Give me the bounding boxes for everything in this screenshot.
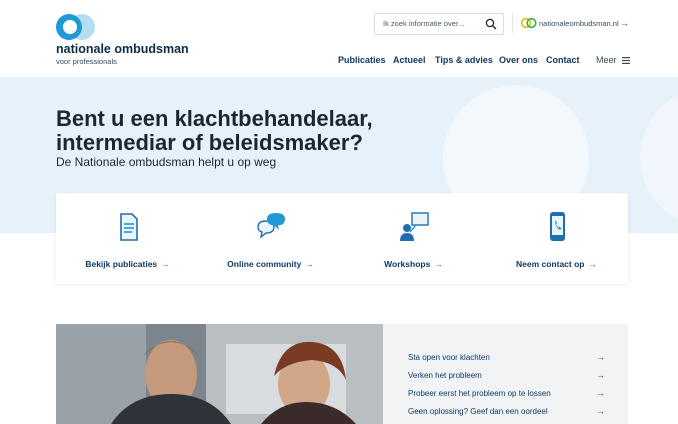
card-publicaties[interactable]: Bekijk publicaties → bbox=[56, 193, 199, 284]
nav-actueel[interactable]: Actueel bbox=[393, 55, 426, 65]
card-label: Online community → bbox=[227, 259, 314, 269]
card-online-community[interactable]: Online community → bbox=[199, 193, 342, 284]
search-input[interactable]: Ik zoek informatie over... bbox=[374, 13, 504, 35]
logo-mark[interactable] bbox=[56, 14, 96, 40]
phone-icon bbox=[549, 212, 565, 241]
logo-name[interactable]: nationale ombudsman bbox=[56, 42, 189, 56]
card-label: Workshops → bbox=[384, 259, 443, 269]
hero-title: Bent u een klachtbehandelaar, intermedia… bbox=[56, 106, 373, 155]
arrow-right-icon: → bbox=[596, 406, 605, 416]
decorative-circle bbox=[640, 87, 678, 227]
nav-over-ons[interactable]: Over ons bbox=[499, 55, 538, 65]
presenter-icon bbox=[399, 212, 429, 241]
logo-circles-icon bbox=[56, 14, 96, 40]
logo-subtitle: voor professionals bbox=[56, 57, 117, 66]
document-icon bbox=[119, 213, 138, 241]
arrow-right-icon: → bbox=[620, 18, 629, 28]
card-contact[interactable]: Neem contact op → bbox=[485, 193, 628, 284]
link-verken-probleem[interactable]: Verken het probleem → bbox=[408, 370, 605, 385]
link-probeer-oplossen[interactable]: Probeer eerst het probleem op te lossen → bbox=[408, 388, 605, 403]
nav-contact[interactable]: Contact bbox=[546, 55, 580, 65]
arrow-right-icon: → bbox=[596, 370, 605, 380]
arrow-right-icon: → bbox=[588, 259, 598, 269]
link-sta-open[interactable]: Sta open voor klachten → bbox=[408, 352, 605, 367]
search-icon[interactable] bbox=[485, 18, 497, 30]
arrow-right-icon: → bbox=[161, 259, 170, 269]
featured-photo bbox=[56, 324, 383, 424]
card-label: Neem contact op → bbox=[516, 259, 598, 269]
people-photo-illustration bbox=[56, 324, 383, 424]
quick-links-panel: Bekijk publicaties → Online community → Wo… bbox=[56, 193, 628, 284]
arrow-right-icon: → bbox=[434, 259, 443, 269]
card-label: Bekijk publicaties → bbox=[85, 259, 170, 269]
mini-logo-icon bbox=[521, 18, 537, 28]
site-header: nationale ombudsman voor professionals I… bbox=[0, 0, 678, 77]
external-site-link[interactable]: nationaleombudsman.nl → bbox=[512, 13, 629, 33]
hero-subtitle: De Nationale ombudsman helpt u op weg bbox=[56, 155, 277, 169]
nav-publicaties[interactable]: Publicaties bbox=[338, 55, 386, 65]
card-workshops[interactable]: Workshops → bbox=[342, 193, 485, 284]
nav-meer[interactable]: Meer bbox=[596, 55, 631, 65]
link-geen-oplossing[interactable]: Geen oplossing? Geef dan een oordeel → bbox=[408, 406, 605, 421]
menu-label: Meer bbox=[596, 55, 617, 65]
arrow-right-icon: → bbox=[305, 259, 314, 269]
search-placeholder: Ik zoek informatie over... bbox=[383, 19, 465, 28]
chat-bubbles-icon bbox=[256, 213, 285, 239]
arrow-right-icon: → bbox=[596, 388, 605, 398]
step-links-panel: Sta open voor klachten → Verken het probl… bbox=[383, 324, 628, 424]
external-site-label: nationaleombudsman.nl bbox=[539, 19, 619, 28]
arrow-right-icon: → bbox=[596, 352, 605, 362]
hamburger-icon bbox=[622, 57, 631, 64]
nav-tips-advies[interactable]: Tips & advies bbox=[435, 55, 493, 65]
